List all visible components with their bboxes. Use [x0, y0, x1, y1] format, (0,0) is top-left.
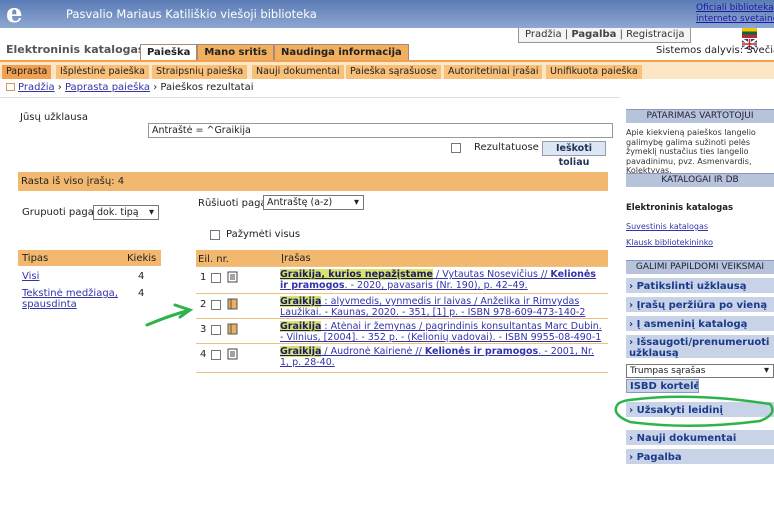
- row-checkbox[interactable]: [211, 300, 221, 310]
- catalog-title: Elektroninis katalogas: [626, 203, 734, 213]
- table-bottom-border: [196, 372, 608, 373]
- record-title[interactable]: Graikija: [280, 321, 322, 332]
- official-site-link[interactable]: Oficiali biblioteka interneto svetainė: [696, 3, 774, 25]
- subtab-simple[interactable]: Paprasta: [2, 65, 52, 79]
- record-details: : alyvmedis, vynmedis ir laivas / Anželi…: [280, 296, 586, 318]
- subtab-new-docs[interactable]: Nauji dokumentai: [252, 65, 344, 79]
- home-link[interactable]: Pradžia: [525, 29, 562, 40]
- breadcrumb-current: Paieškos rezultatai: [160, 82, 254, 93]
- breadcrumb-home[interactable]: Pradžia: [18, 82, 55, 93]
- article-icon: [227, 271, 238, 283]
- record-details: / Audronė Kairienė //: [321, 346, 425, 357]
- tab-search[interactable]: Paieška: [140, 44, 198, 60]
- divider: [0, 97, 620, 98]
- help-link[interactable]: Pagalba: [571, 29, 616, 40]
- type-all-count: 4: [138, 271, 145, 282]
- page: e Pasvalio Mariaus Katiliškio viešoji bi…: [0, 0, 774, 516]
- types-col-type: Tipas: [22, 253, 49, 264]
- new-documents-button[interactable]: › Nauji dokumentai: [626, 430, 774, 447]
- logo[interactable]: e: [6, 1, 66, 27]
- ask-librarian-link[interactable]: Klausk bibliotekininko: [626, 238, 774, 247]
- lithuanian-flag-icon[interactable]: [742, 28, 757, 38]
- register-link[interactable]: Registracija: [626, 29, 684, 40]
- record-details: : Atėnai ir žemynas / pagrindinis konsul…: [280, 321, 602, 343]
- tab-useful-info[interactable]: Naudinga informacija: [274, 44, 409, 60]
- annotation-arrow: [145, 303, 194, 327]
- subtab-advanced[interactable]: Išplėstinė paieška: [56, 65, 149, 79]
- book-icon: [227, 298, 238, 310]
- row-checkbox[interactable]: [211, 325, 221, 335]
- select-all-label: Pažymėti visus: [226, 229, 301, 240]
- row-number: 1: [200, 272, 207, 283]
- article-icon: [227, 348, 238, 360]
- main-tabs: Paieška Mano sritis Naudinga informacija: [140, 44, 409, 60]
- breadcrumb-icon: [6, 83, 15, 91]
- subtab-articles[interactable]: Straipsnių paieška: [152, 65, 248, 79]
- record-title[interactable]: Graikija: [280, 296, 322, 307]
- query-label: Jūsų užklausa: [20, 112, 88, 123]
- list-format-select[interactable]: Trumpas sąrašas: [626, 364, 774, 378]
- row-number: 4: [200, 349, 207, 360]
- sort-label: Rūšiuoti pagal: [198, 198, 270, 209]
- isbd-cards-button[interactable]: ISBD kortelės: [626, 379, 699, 393]
- type-text-count: 4: [138, 288, 145, 299]
- row-checkbox[interactable]: [211, 273, 221, 283]
- record-title[interactable]: Graikija: [280, 346, 322, 357]
- in-results-checkbox[interactable]: [451, 143, 461, 153]
- tab-my-area[interactable]: Mano sritis: [197, 44, 275, 60]
- record-tail: . - 2020, pavasaris (Nr. 190), p. 42–49.: [344, 280, 528, 291]
- actions-header: GALIMI PAPILDOMI VEIKSMAI: [626, 260, 774, 274]
- union-catalog-link[interactable]: Suvestinis katalogas: [626, 222, 774, 231]
- row-number: 2: [200, 299, 207, 310]
- found-count: Rasta iš viso įrašų: 4: [21, 176, 125, 187]
- query-input[interactable]: Antraštė = ^Graikija: [148, 123, 613, 138]
- record-details: / Vytautas Nosevičius //: [432, 269, 551, 280]
- record-title[interactable]: Graikija, kurios nepažįstame: [280, 269, 433, 280]
- breadcrumb-simple-search[interactable]: Paprasta paieška: [65, 82, 150, 93]
- record-source: Kelionės ir pramogos: [424, 346, 539, 357]
- record-citation[interactable]: Graikija, kurios nepažįstame / Vytautas …: [280, 269, 602, 291]
- save-subscribe-query-button[interactable]: › Išsaugoti/prenumeruoti užklausą: [626, 335, 774, 360]
- member-status: Sistemos dalyvis: Svečias: [656, 45, 774, 56]
- group-select[interactable]: dok. tipą: [93, 205, 159, 220]
- annotation-circle: [614, 395, 774, 427]
- tip-text: Apie kiekvieną paieškos langelio galimyb…: [626, 128, 756, 175]
- row-number: 3: [200, 324, 207, 335]
- app-name: Elektroninis katalogas: [6, 43, 145, 56]
- subtab-unified[interactable]: Unifikuota paieška: [546, 65, 642, 79]
- group-label: Grupuoti pagal: [22, 207, 97, 218]
- results-col-no: Eil. nr.: [198, 254, 229, 265]
- library-title: Pasvalio Mariaus Katiliškio viešoji bibl…: [66, 7, 317, 21]
- sort-select[interactable]: Antraštę (a-z): [263, 195, 364, 210]
- search-further-button[interactable]: Ieškoti toliau: [542, 141, 606, 168]
- results-header: [196, 250, 608, 266]
- results-col-record: Įrašas: [281, 253, 311, 264]
- breadcrumb: Pradžia › Paprasta paieška › Paieškos re…: [6, 82, 254, 93]
- subtab-lists[interactable]: Paieška sąrašuose: [346, 65, 441, 79]
- record-citation[interactable]: Graikija : Atėnai ir žemynas / pagrindin…: [280, 321, 602, 343]
- to-personal-catalog-button[interactable]: › Į asmeninį katalogą: [626, 316, 774, 333]
- type-text-link[interactable]: Tekstinė medžiaga, spausdinta: [22, 288, 122, 310]
- view-one-by-one-button[interactable]: › Įrašų peržiūra po vieną: [626, 297, 774, 314]
- select-all-checkbox[interactable]: [210, 230, 220, 240]
- site-header: e Pasvalio Mariaus Katiliškio viešoji bi…: [0, 0, 774, 28]
- types-col-count: Kiekis: [127, 253, 157, 264]
- record-citation[interactable]: Graikija / Audronė Kairienė // Kelionės …: [280, 346, 602, 368]
- search-type-bar: Paprasta Išplėstinė paieška Straipsnių p…: [0, 60, 774, 79]
- help-button[interactable]: › Pagalba: [626, 449, 774, 466]
- row-checkbox[interactable]: [211, 350, 221, 360]
- subtab-authority[interactable]: Autoritetiniai įrašai: [444, 65, 543, 79]
- book-icon: [227, 323, 238, 335]
- record-citation[interactable]: Graikija : alyvmedis, vynmedis ir laivas…: [280, 296, 602, 318]
- catalogs-header: KATALOGAI IR DB: [626, 173, 774, 187]
- tip-header: PATARIMAS VARTOTOJUI: [626, 109, 774, 123]
- refine-query-button[interactable]: › Patikslinti užklausą: [626, 278, 774, 295]
- utility-links: Pradžia | Pagalba | Registracija: [518, 28, 692, 43]
- in-results-label: Rezultatuose: [474, 142, 539, 153]
- type-all-link[interactable]: Visi: [22, 271, 39, 282]
